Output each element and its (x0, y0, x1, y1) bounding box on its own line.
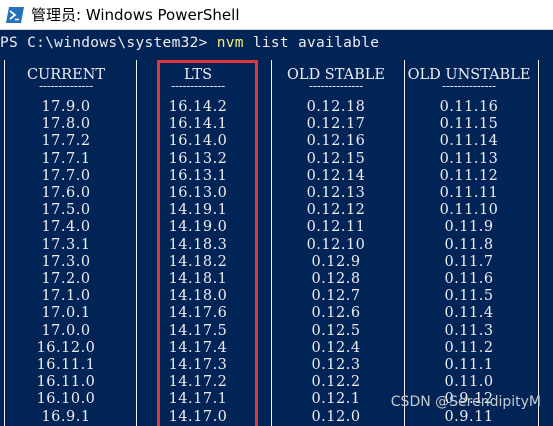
version-cell-old-unstable: 0.11.1 (444, 357, 494, 373)
version-cell-old-stable: 0.12.8 (311, 271, 361, 287)
header-separator: -------------- (171, 79, 225, 93)
version-cell-old-stable: 0.12.0 (311, 408, 361, 425)
version-cell-old-unstable: 0.11.16 (439, 99, 499, 115)
version-cell-lts: 14.18.1 (168, 271, 228, 287)
version-cell-current: 16.12.0 (36, 339, 96, 356)
command-line: PS C:\windows\system32> nvm list availab… (0, 32, 379, 54)
version-cell-lts: 14.17.2 (168, 374, 228, 391)
console-output[interactable]: PS C:\windows\system32> nvm list availab… (0, 30, 553, 426)
version-cell-current: 17.5.0 (41, 202, 91, 219)
version-cell-old-unstable: 0.11.9 (444, 219, 494, 236)
version-cell-old-unstable: 0.11.12 (439, 167, 499, 184)
version-cell-old-stable: 0.12.12 (306, 202, 366, 219)
version-cell-lts: 14.17.1 (168, 391, 228, 408)
version-cell-old-stable: 0.12.15 (306, 150, 366, 167)
version-cell-old-stable: 0.12.3 (311, 357, 361, 373)
version-cell-old-unstable: 0.11.7 (444, 253, 494, 270)
version-cell-current: 17.7.2 (41, 133, 91, 150)
version-cell-current: 16.10.0 (36, 391, 96, 408)
version-cell-lts: 16.14.1 (168, 116, 228, 133)
version-cell-lts: 14.17.4 (168, 339, 228, 356)
version-cell-old-stable: 0.12.2 (311, 374, 361, 391)
version-cell-lts: 14.18.2 (168, 253, 228, 270)
header-separator: -------------- (39, 79, 93, 93)
version-cell-current: 17.7.1 (41, 150, 91, 167)
version-cell-old-unstable: 0.11.11 (439, 185, 499, 201)
version-cell-lts: 14.19.1 (168, 202, 228, 219)
version-cell-current: 17.4.0 (41, 219, 91, 236)
version-cell-old-stable: 0.12.9 (311, 253, 361, 270)
version-cell-old-unstable: 0.11.2 (444, 339, 494, 356)
version-cell-old-stable: 0.12.6 (311, 305, 361, 322)
command-arguments: list available (252, 35, 380, 51)
version-cell-lts: 14.19.0 (168, 219, 228, 236)
version-cell-lts: 16.14.0 (168, 133, 228, 150)
version-cell-lts: 14.17.6 (168, 305, 228, 322)
version-cell-old-stable: 0.12.18 (306, 99, 366, 115)
prompt-text: PS C:\windows\system32> (0, 35, 208, 51)
window-titlebar[interactable]: 管理员: Windows PowerShell (0, 0, 553, 30)
version-cell-old-stable: 0.12.14 (306, 167, 366, 184)
version-cell-current: 16.9.1 (41, 408, 91, 425)
version-cell-current: 17.1.0 (41, 288, 91, 305)
version-cell-lts: 14.18.3 (168, 236, 228, 253)
version-cell-current: 17.3.1 (41, 236, 91, 253)
version-cell-old-stable: 0.12.1 (311, 391, 361, 408)
window-title: 管理员: Windows PowerShell (31, 6, 240, 24)
version-cell-current: 17.3.0 (41, 253, 91, 270)
version-cell-current: 17.6.0 (41, 185, 91, 201)
version-cell-lts: 14.17.5 (168, 322, 228, 339)
version-cell-old-stable: 0.12.11 (306, 219, 366, 236)
version-cell-lts: 16.13.2 (168, 150, 228, 167)
version-cell-old-unstable: 0.11.14 (439, 133, 499, 150)
version-cell-old-stable: 0.12.10 (306, 236, 366, 253)
version-cell-current: 17.7.0 (41, 167, 91, 184)
version-cell-current: 17.0.1 (41, 305, 91, 322)
version-cell-old-stable: 0.12.13 (306, 185, 366, 201)
version-cell-old-unstable: 0.11.8 (444, 236, 494, 253)
version-cell-lts: 16.13.0 (168, 185, 228, 201)
version-cell-current: 17.0.0 (41, 322, 91, 339)
table-divider (538, 60, 539, 426)
version-cell-lts: 14.17.3 (168, 357, 228, 373)
version-cell-lts: 14.18.0 (168, 288, 228, 305)
version-cell-old-unstable: 0.11.3 (444, 322, 494, 339)
header-separator: -------------- (442, 79, 496, 93)
version-cell-old-stable: 0.12.17 (306, 116, 366, 133)
version-cell-old-stable: 0.12.7 (311, 288, 361, 305)
version-cell-old-stable: 0.12.5 (311, 322, 361, 339)
watermark: CSDN @SerendipityM (390, 394, 541, 410)
version-cell-old-unstable: 0.11.0 (444, 374, 494, 391)
version-cell-current: 16.11.1 (36, 357, 96, 373)
version-cell-old-unstable: 0.9.11 (444, 408, 494, 425)
version-cell-old-stable: 0.12.4 (311, 339, 361, 356)
version-cell-current: 17.9.0 (41, 99, 91, 115)
version-cell-old-stable: 0.12.16 (306, 133, 366, 150)
powershell-icon (5, 6, 25, 24)
version-cell-lts: 14.17.0 (168, 408, 228, 425)
version-cell-current: 17.2.0 (41, 271, 91, 287)
version-cell-old-unstable: 0.11.15 (439, 116, 499, 133)
version-cell-lts: 16.14.2 (168, 99, 228, 115)
version-cell-old-unstable: 0.11.6 (444, 271, 494, 287)
version-cell-current: 16.11.0 (36, 374, 96, 391)
version-cell-old-unstable: 0.11.10 (439, 202, 499, 219)
header-separator: -------------- (309, 79, 363, 93)
version-cell-old-unstable: 0.11.13 (439, 150, 499, 167)
version-cell-old-unstable: 0.11.4 (444, 305, 494, 322)
version-cell-old-unstable: 0.11.5 (444, 288, 494, 305)
version-cell-current: 17.8.0 (41, 116, 91, 133)
version-cell-lts: 16.13.1 (168, 167, 228, 184)
command-name: nvm (216, 35, 244, 51)
